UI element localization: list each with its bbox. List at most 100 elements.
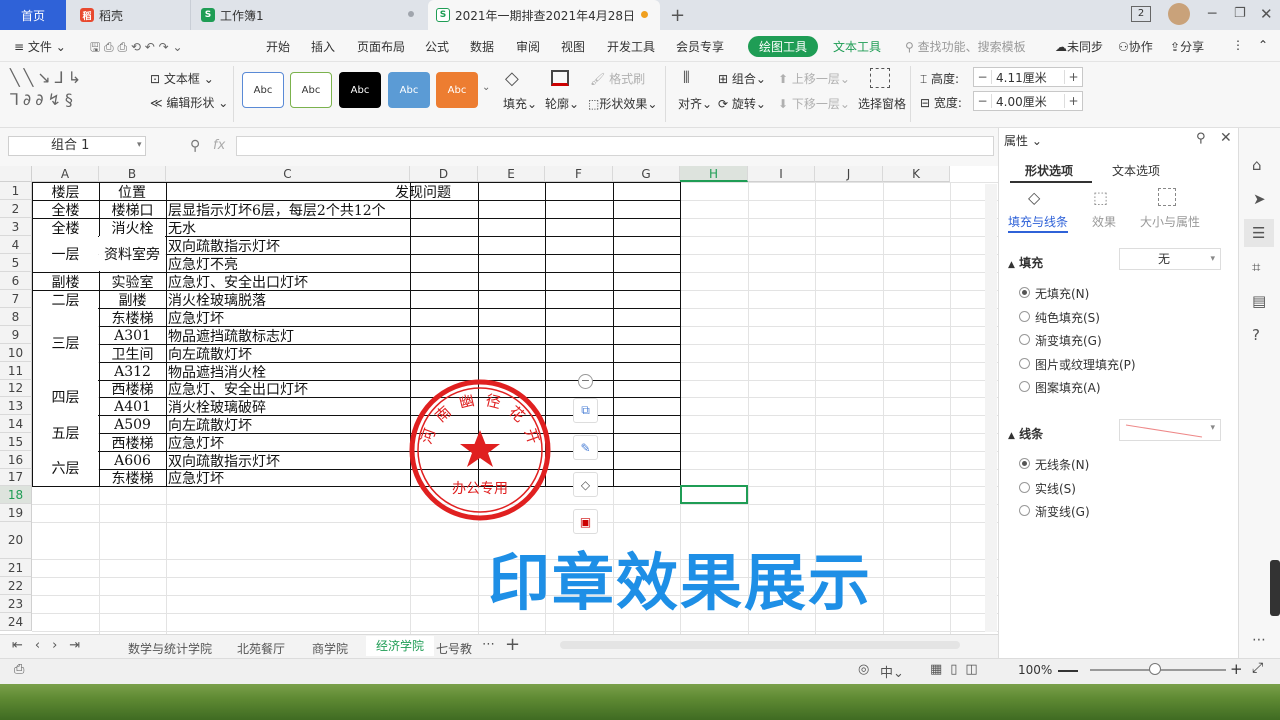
fill-radio-0[interactable] bbox=[1019, 287, 1030, 298]
line-option-1[interactable]: 实线(S) bbox=[1035, 480, 1076, 497]
merged-cell-floor-3[interactable]: 三层 bbox=[33, 308, 98, 378]
cell-c16[interactable]: 双向疏散指示灯坏 bbox=[168, 452, 408, 470]
sync-button[interactable]: ☁未同步 bbox=[1055, 38, 1103, 55]
curve-shapes-gallery[interactable]: ⅂∂∂↯§ bbox=[10, 90, 77, 109]
menu-drawing-tools[interactable]: 绘图工具 bbox=[748, 36, 819, 57]
style-gallery-more-icon[interactable]: ⌄ bbox=[482, 82, 490, 93]
close-icon[interactable]: ✕ bbox=[1260, 5, 1273, 23]
menu-insert[interactable]: 插入 bbox=[311, 38, 335, 55]
shape-style-1[interactable]: Abc bbox=[242, 72, 284, 108]
fill-radio-3[interactable] bbox=[1019, 357, 1030, 369]
cell-c15[interactable]: 应急灯坏 bbox=[168, 434, 408, 452]
row-header-13[interactable]: 13 bbox=[0, 397, 32, 415]
column-header-c[interactable]: C bbox=[166, 166, 410, 182]
sheet-tab-business[interactable]: 商学院 bbox=[312, 640, 348, 657]
height-stepper[interactable]: −4.11厘米 + bbox=[973, 67, 1083, 87]
fill-option-3[interactable]: 图片或纹理填充(P) bbox=[1035, 356, 1136, 373]
height-decrement[interactable]: − bbox=[974, 70, 992, 84]
add-sheet-icon[interactable]: + bbox=[505, 634, 520, 655]
eye-protect-icon[interactable]: ◎ bbox=[858, 662, 869, 677]
selection-pane-button[interactable]: 选择窗格 bbox=[858, 95, 906, 112]
fill-radio-2[interactable] bbox=[1019, 334, 1030, 345]
row-header-20[interactable]: 20 bbox=[0, 522, 32, 559]
rocket-icon[interactable]: ⌂ bbox=[1252, 156, 1262, 174]
minimize-icon[interactable]: ─ bbox=[1208, 6, 1216, 22]
height-increment[interactable]: + bbox=[1064, 70, 1082, 84]
vertical-scrollbar[interactable] bbox=[985, 184, 997, 632]
column-header-i[interactable]: I bbox=[748, 166, 815, 182]
row-header-3[interactable]: 3 bbox=[0, 218, 32, 236]
cell-b7[interactable]: 副楼 bbox=[100, 291, 165, 309]
row-header-11[interactable]: 11 bbox=[0, 362, 32, 380]
row-header-5[interactable]: 5 bbox=[0, 254, 32, 272]
cell-b3[interactable]: 消火栓 bbox=[100, 219, 165, 237]
line-shapes-gallery[interactable]: ╲╲↘⅃↳ bbox=[10, 68, 85, 87]
row-header-12[interactable]: 12 bbox=[0, 380, 32, 397]
line-section-title[interactable]: ▲ 线条 bbox=[1008, 425, 1043, 442]
header-cell-issue[interactable]: 发现问题 bbox=[166, 183, 680, 201]
cell-b14[interactable]: A509 bbox=[100, 416, 165, 433]
edit-shape-button[interactable]: ≪ 编辑形状 ⌄ bbox=[150, 94, 228, 111]
float-outline-button[interactable]: ▣ bbox=[573, 509, 598, 534]
cell-c17[interactable]: 应急灯坏 bbox=[168, 470, 408, 487]
row-header-18[interactable]: 18 bbox=[0, 486, 32, 504]
float-layout-button[interactable]: ⧉ bbox=[573, 398, 598, 423]
row-header-7[interactable]: 7 bbox=[0, 290, 32, 308]
column-header-b[interactable]: B bbox=[99, 166, 166, 182]
row-header-2[interactable]: 2 bbox=[0, 200, 32, 218]
row-header-24[interactable]: 24 bbox=[0, 613, 32, 631]
rotate-button[interactable]: ⟳ 旋转⌄ bbox=[718, 95, 766, 112]
fill-option-1[interactable]: 纯色填充(S) bbox=[1035, 309, 1100, 326]
merged-cell-floor-4[interactable]: 四层 bbox=[33, 379, 98, 414]
cell-c14[interactable]: 向左疏散灯坏 bbox=[168, 416, 408, 434]
row-header-8[interactable]: 8 bbox=[0, 308, 32, 326]
select-all-corner[interactable] bbox=[0, 166, 32, 182]
sheet-tab-economics[interactable]: 经济学院 bbox=[366, 636, 435, 656]
line-option-2[interactable]: 渐变线(G) bbox=[1035, 503, 1090, 520]
window-count-badge[interactable]: 2 bbox=[1131, 6, 1151, 22]
fill-option-0[interactable]: 无填充(N) bbox=[1035, 285, 1089, 302]
width-decrement[interactable]: − bbox=[974, 94, 992, 108]
row-header-10[interactable]: 10 bbox=[0, 344, 32, 362]
column-header-g[interactable]: G bbox=[613, 166, 680, 182]
menu-data[interactable]: 数据 bbox=[470, 38, 494, 55]
cell-c7[interactable]: 消火栓玻璃脱落 bbox=[168, 291, 408, 309]
cell-b8[interactable]: 东楼梯 bbox=[100, 309, 165, 327]
format-brush-button[interactable]: 🖌 格式刷 bbox=[590, 70, 645, 87]
row-header-23[interactable]: 23 bbox=[0, 595, 32, 613]
column-header-d[interactable]: D bbox=[410, 166, 478, 182]
horizontal-scrollbar[interactable] bbox=[560, 641, 960, 649]
cell-c9[interactable]: 物品遮挡疏散标志灯 bbox=[168, 327, 408, 345]
merged-cell-lounge[interactable]: 资料室旁 bbox=[99, 236, 165, 271]
zoom-level[interactable]: 100% bbox=[1018, 663, 1052, 677]
cell-b9[interactable]: A301 bbox=[100, 327, 165, 344]
sidebar-more-icon[interactable]: ⋯ bbox=[1252, 632, 1266, 648]
row-header-21[interactable]: 21 bbox=[0, 559, 32, 577]
cell-b2[interactable]: 楼梯口 bbox=[100, 201, 165, 219]
column-header-a[interactable]: A bbox=[32, 166, 99, 182]
menu-text-tools[interactable]: 文本工具 bbox=[833, 38, 881, 55]
menu-member[interactable]: 会员专享 bbox=[676, 38, 724, 55]
crop-icon[interactable]: ⌗ bbox=[1252, 258, 1260, 276]
sheet-tab-north-canteen[interactable]: 北苑餐厅 bbox=[237, 640, 285, 657]
zoom-in-icon[interactable]: + bbox=[1230, 660, 1243, 678]
cell-b13[interactable]: A401 bbox=[100, 398, 165, 415]
fill-section-title[interactable]: ▲ 填充 bbox=[1008, 254, 1043, 271]
column-header-e[interactable]: E bbox=[478, 166, 545, 182]
collab-button[interactable]: ⚇协作 bbox=[1118, 38, 1153, 55]
fill-button[interactable]: 填充⌄ bbox=[503, 95, 537, 112]
menu-page-layout[interactable]: 页面布局 bbox=[357, 38, 405, 55]
cursor-icon[interactable]: ➤ bbox=[1253, 190, 1266, 208]
sheet-tab-building7[interactable]: 七号教 bbox=[436, 640, 472, 657]
menu-review[interactable]: 审阅 bbox=[516, 38, 540, 55]
float-style-button[interactable]: ✎ bbox=[573, 435, 598, 460]
sliders-icon[interactable]: ☰ bbox=[1252, 224, 1265, 242]
more-sheets-icon[interactable]: ⋯ bbox=[482, 637, 495, 652]
shape-effect-button[interactable]: ⬚形状效果⌄ bbox=[588, 95, 657, 112]
column-header-k[interactable]: K bbox=[883, 166, 950, 182]
align-button[interactable]: 对齐⌄ bbox=[678, 95, 712, 112]
stamp-seal[interactable]: 河南幽 径花开 办公专用 bbox=[405, 375, 555, 525]
cell-c12[interactable]: 应急灯、安全出口灯坏 bbox=[168, 381, 408, 398]
menu-dev-tools[interactable]: 开发工具 bbox=[607, 38, 655, 55]
avatar[interactable] bbox=[1168, 3, 1190, 25]
